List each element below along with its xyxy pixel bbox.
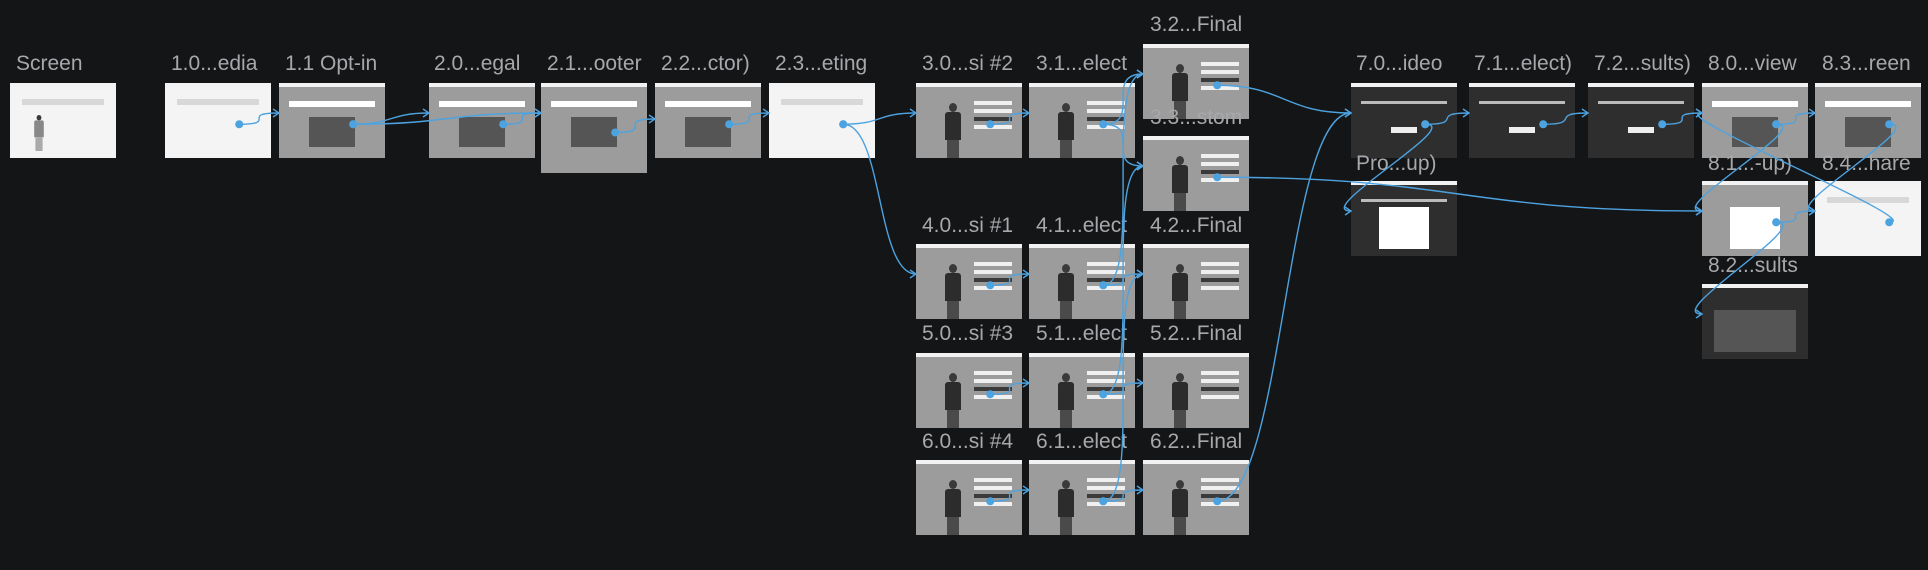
- link-wire[interactable]: [1217, 176, 1703, 212]
- link-wire[interactable]: [503, 112, 542, 125]
- link-wire[interactable]: [353, 112, 542, 125]
- link-wire[interactable]: [843, 112, 917, 125]
- hotspot-dot[interactable]: [1421, 120, 1430, 129]
- hotspot-dot[interactable]: [611, 128, 620, 137]
- hotspot-dot[interactable]: [1213, 81, 1222, 90]
- hotspot-dot[interactable]: [1213, 497, 1222, 506]
- link-wire[interactable]: [1217, 84, 1352, 114]
- hotspot-dot[interactable]: [1099, 390, 1108, 399]
- hotspot-dot[interactable]: [986, 281, 995, 290]
- hotspot-dot[interactable]: [1213, 173, 1222, 182]
- link-wire[interactable]: [1217, 112, 1352, 502]
- hotspot-dot[interactable]: [1099, 120, 1108, 129]
- link-wire[interactable]: [239, 112, 280, 125]
- hotspot-dot[interactable]: [986, 497, 995, 506]
- hotspot-dot[interactable]: [986, 120, 995, 129]
- hotspot-dot[interactable]: [839, 120, 848, 129]
- hotspot-dot[interactable]: [1885, 120, 1894, 129]
- link-wire[interactable]: [1425, 112, 1470, 125]
- link-wire[interactable]: [843, 123, 917, 275]
- hotspot-dot[interactable]: [499, 120, 508, 129]
- prototype-links: [235, 69, 1897, 506]
- link-wire[interactable]: [1694, 123, 1784, 212]
- hotspot-dot[interactable]: [1539, 120, 1548, 129]
- link-wire[interactable]: [1543, 112, 1589, 125]
- link-wire[interactable]: [1694, 221, 1784, 315]
- hotspot-dot[interactable]: [349, 120, 358, 129]
- link-wire[interactable]: [1697, 112, 1894, 223]
- hotspot-dot[interactable]: [1658, 120, 1667, 129]
- link-wire[interactable]: [990, 273, 1030, 286]
- link-wire[interactable]: [1776, 210, 1816, 223]
- hotspot-dot[interactable]: [1099, 497, 1108, 506]
- hotspot-dot[interactable]: [1099, 281, 1108, 290]
- link-wire[interactable]: [615, 118, 656, 134]
- link-wire[interactable]: [990, 112, 1030, 125]
- hotspot-dot[interactable]: [725, 120, 734, 129]
- link-wire[interactable]: [1103, 73, 1144, 125]
- prototype-canvas[interactable]: Screen 1.0...edia 1.1 Opt-in 2.0...egal 2.1.…: [0, 0, 1928, 570]
- link-wire[interactable]: [353, 112, 430, 125]
- link-wire[interactable]: [1807, 123, 1897, 212]
- hotspot-dot[interactable]: [1772, 218, 1781, 227]
- link-wire[interactable]: [729, 112, 770, 125]
- link-wire[interactable]: [1662, 112, 1703, 125]
- link-wire[interactable]: [1776, 112, 1816, 125]
- hotspot-dot[interactable]: [1885, 218, 1894, 227]
- link-wire[interactable]: [990, 489, 1030, 502]
- hotspot-dot[interactable]: [235, 120, 244, 129]
- hotspot-dot[interactable]: [1772, 120, 1781, 129]
- link-wire[interactable]: [1343, 123, 1433, 212]
- link-wire[interactable]: [990, 382, 1030, 395]
- hotspot-dot[interactable]: [986, 390, 995, 399]
